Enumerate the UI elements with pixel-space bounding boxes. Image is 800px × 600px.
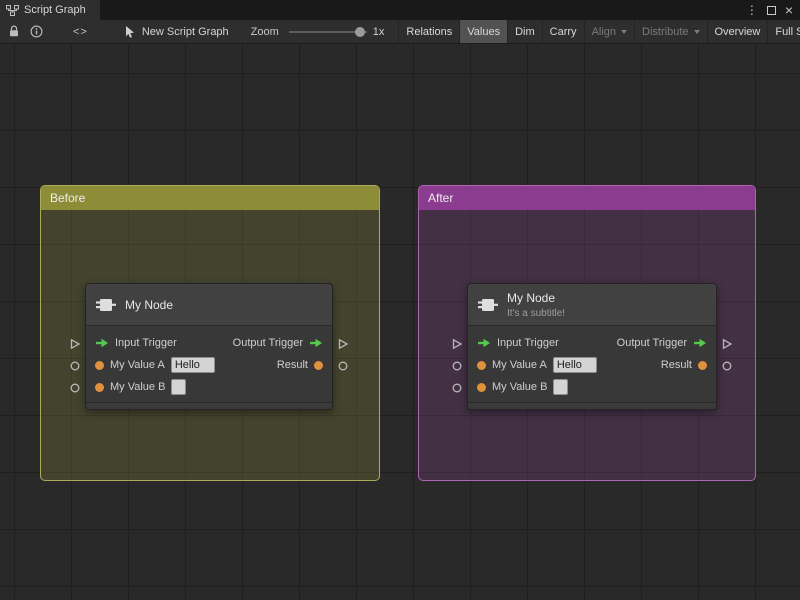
group-header[interactable]: Before [41,186,379,210]
port-label: My Value B [110,381,166,393]
trigger-out-icon[interactable] [309,338,323,348]
unity-graph-window: Script Graph ⋮ × <> New Script Graph Zoo… [0,0,800,600]
unit-icon [96,296,116,314]
fullscreen-button[interactable]: Full Screen [767,20,800,43]
port-row: Input Trigger Output Trigger [468,332,716,354]
value-output-port[interactable] [721,360,733,372]
zoom-value: 1x [372,25,385,38]
distribute-label: Distribute [642,25,689,38]
value-output-port[interactable] [337,360,349,372]
dim-button[interactable]: Dim [507,20,542,43]
flow-input-port[interactable] [451,338,463,350]
zoom-slider-handle[interactable] [354,26,365,37]
port-row: Input Trigger Output Trigger [86,332,332,354]
close-icon[interactable]: × [785,3,793,17]
value-input-port[interactable] [451,382,463,394]
flow-input-port[interactable] [69,338,81,350]
flow-output-port[interactable] [337,338,349,350]
distribute-button[interactable]: Distribute [634,20,706,43]
graph-toolbar: <> New Script Graph Zoom 1x Relations Va… [0,20,800,44]
value-b-input[interactable] [553,379,569,395]
port-label: Output Trigger [616,337,687,349]
node-header: My Node [86,284,332,326]
window-controls: ⋮ × [746,0,800,20]
node-my-node-before[interactable]: My Node Input Trigger Output Trigger My … [70,283,349,410]
maximize-icon[interactable] [766,5,776,15]
script-graph-tab-icon [6,4,19,16]
port-label: Output Trigger [232,337,303,349]
script-graph-asset-icon [124,25,136,38]
value-port-icon[interactable] [477,382,486,392]
value-input-port[interactable] [451,360,463,372]
node-title: My Node [507,290,556,305]
zoom-label: Zoom [250,25,279,38]
graph-canvas[interactable]: Before My Node Input Trigger Output Trig… [0,44,800,600]
port-row: My Value B [86,376,332,398]
group-after[interactable]: After My Node It's a subtitle! Input Tri… [418,185,756,481]
lock-icon[interactable] [8,25,20,38]
relations-button[interactable]: Relations [398,20,459,43]
node-footer [86,402,332,409]
dropdown-caret-icon [621,29,628,34]
value-a-input[interactable] [170,357,215,373]
trigger-in-icon[interactable] [95,338,109,348]
graph-name[interactable]: New Script Graph [142,26,229,38]
node-footer [468,402,716,409]
node-ports: Input Trigger Output Trigger My Value A … [86,326,332,402]
dropdown-caret-icon [693,29,700,34]
port-label: Input Trigger [115,337,177,349]
port-label: My Value A [110,359,165,371]
port-label: Input Trigger [497,337,559,349]
value-input-port[interactable] [69,360,81,372]
tab-title: Script Graph [24,4,86,16]
port-row: My Value A Result [468,354,716,376]
port-row: My Value B [468,376,716,398]
flow-output-port[interactable] [721,338,733,350]
node-ports: Input Trigger Output Trigger My Value A … [468,326,716,402]
value-port-icon[interactable] [314,360,323,370]
node-subtitle: It's a subtitle! [507,307,566,319]
port-row: My Value A Result [86,354,332,376]
value-a-input[interactable] [552,357,597,373]
tab-bar: Script Graph ⋮ × [0,0,800,20]
port-label: My Value B [492,381,548,393]
value-b-input[interactable] [171,379,187,395]
zoom-slider[interactable] [288,20,367,43]
toolbar-toggle-group: Relations Values Dim Carry Align Distrib… [398,20,800,43]
tab-script-graph[interactable]: Script Graph [0,0,100,20]
node-header: My Node It's a subtitle! [468,284,716,326]
info-icon[interactable] [30,25,43,38]
code-icon[interactable]: <> [73,26,88,38]
group-before[interactable]: Before My Node Input Trigger Output Trig… [40,185,380,481]
value-port-icon[interactable] [95,382,104,392]
value-port-icon[interactable] [698,360,707,370]
unit-icon [478,296,498,314]
node-my-node-after[interactable]: My Node It's a subtitle! Input Trigger O… [452,283,733,410]
node-title: My Node [125,297,174,312]
group-title: After [428,191,454,205]
overview-button[interactable]: Overview [706,20,768,43]
carry-button[interactable]: Carry [541,20,584,43]
port-label: Result [276,359,308,371]
trigger-in-icon[interactable] [477,338,491,348]
value-port-icon[interactable] [95,360,104,370]
port-label: My Value A [492,359,547,371]
align-button[interactable]: Align [583,20,634,43]
value-input-port[interactable] [69,382,81,394]
trigger-out-icon[interactable] [693,338,707,348]
menu-icon[interactable]: ⋮ [746,4,758,16]
group-header[interactable]: After [419,186,755,210]
values-button[interactable]: Values [459,20,508,43]
value-port-icon[interactable] [477,360,486,370]
group-title: Before [50,191,86,205]
port-label: Result [660,359,692,371]
align-label: Align [591,25,617,38]
